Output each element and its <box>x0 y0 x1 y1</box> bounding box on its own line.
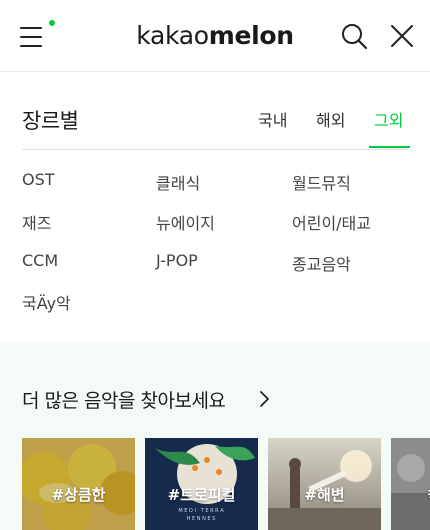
top-bar: kakaomelon <box>0 0 430 72</box>
svg-text:M E D I · T E R R A: M E D I · T E R R A <box>178 508 224 514</box>
genre-item-ost[interactable]: OST <box>22 170 55 189</box>
genre-item-jazz[interactable]: 재즈 <box>22 210 51 234</box>
genre-item-religious[interactable]: 종교음악 <box>292 251 351 275</box>
tag-card-partial[interactable]: # <box>391 438 430 530</box>
tag-card-tropical[interactable]: M E D I · T E R R A H E N N E S #트로피컬 <box>145 438 258 530</box>
active-tab-indicator <box>369 146 410 148</box>
tab-others[interactable]: 그외 <box>374 107 403 131</box>
discover-more-link[interactable]: 더 많은 음악을 찾아보세요 <box>22 386 226 413</box>
logo-text-melon: melon <box>208 21 294 50</box>
chevron-right-icon[interactable] <box>258 389 272 409</box>
tab-overseas[interactable]: 해외 <box>316 107 345 131</box>
svg-text:H E N N E S: H E N N E S <box>187 516 216 522</box>
genre-item-new-age[interactable]: 뉴에이지 <box>156 210 215 234</box>
tag-card-fresh[interactable]: #상큼한 <box>22 438 135 530</box>
tag-card-list: #상큼한 M E D I · T E R R A H E N N E S #트로… <box>22 438 430 530</box>
genre-item-korean-traditional[interactable]: 국Äy악 <box>22 290 71 314</box>
genre-item-classic[interactable]: 클래식 <box>156 170 200 194</box>
close-button[interactable] <box>388 22 416 50</box>
search-icon <box>342 24 368 50</box>
genre-header: 장르별 국내 해외 그외 <box>22 95 410 150</box>
genre-item-jpop[interactable]: J-POP <box>156 251 198 270</box>
close-icon <box>391 25 413 47</box>
card-tag-label: #트로피컬 <box>167 486 236 504</box>
card-tag-label: #해변 <box>304 486 345 504</box>
partial-card-image <box>391 438 430 530</box>
genre-item-kids[interactable]: 어린이/태교 <box>292 210 371 234</box>
genre-item-world-music[interactable]: 월드뮤직 <box>292 170 351 194</box>
card-tag-label: #상큼한 <box>51 486 106 504</box>
discover-section: 더 많은 음악을 찾아보세요 #상큼한 M E D I · T E R R A … <box>0 342 430 530</box>
genre-item-ccm[interactable]: CCM <box>22 251 58 270</box>
search-button[interactable] <box>340 22 368 50</box>
tab-domestic[interactable]: 국내 <box>258 107 287 131</box>
genre-title: 장르별 <box>22 109 79 133</box>
logo-text-kakao: kakao <box>136 21 209 50</box>
tag-card-beach[interactable]: #해변 <box>268 438 381 530</box>
